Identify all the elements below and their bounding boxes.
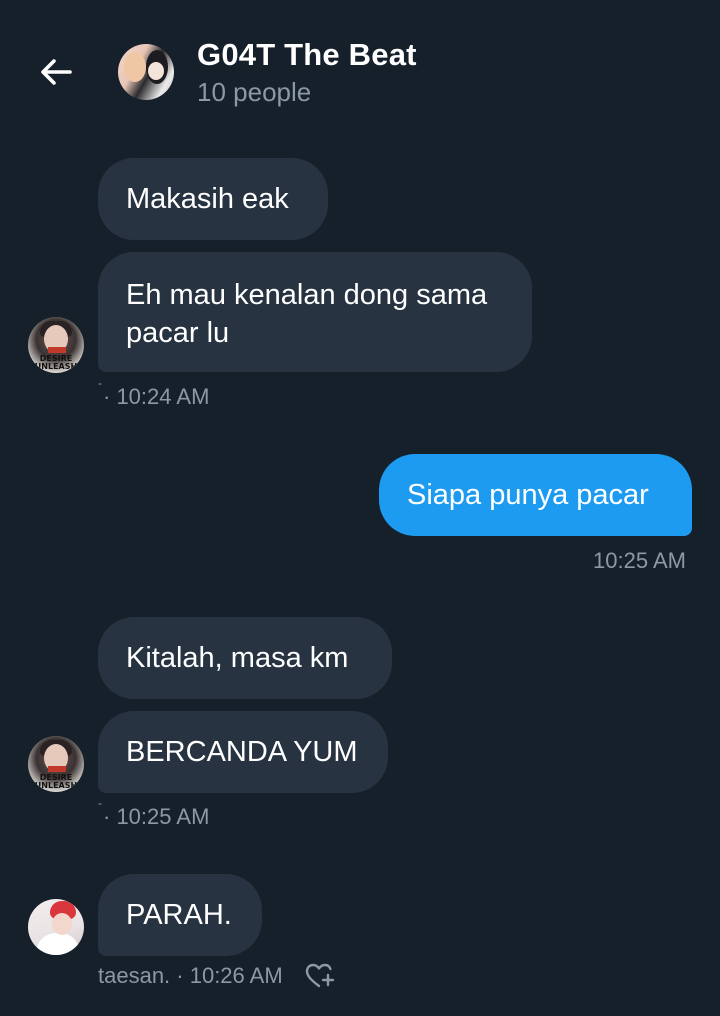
conversation-header: G04T The Beat 10 people [0,0,720,130]
participants-count[interactable]: 10 people [197,77,311,108]
message-sender-timestamp: taesan. · 10:26 AM [98,963,283,988]
read-tick: - [98,796,102,810]
message-timestamp: · 10:25 AM [103,804,210,829]
group-avatar[interactable] [118,44,174,100]
message-bubble[interactable]: Makasih eak [98,158,328,240]
heart-plus-icon [305,963,335,988]
sender-avatar[interactable]: DESIRE UNLEASH [28,736,84,792]
sender-avatar[interactable]: DESIRE UNLEASH [28,317,84,373]
message-timestamp: · 10:24 AM [103,384,210,409]
message-text: PARAH. [126,899,232,931]
sender-avatar[interactable] [28,899,84,955]
message-bubble[interactable]: Kitalah, masa km [98,617,392,699]
message-bubble[interactable]: PARAH. [98,874,262,956]
dm-conversation-screen: G04T The Beat 10 people Makasih eak Eh m… [0,0,720,1016]
message-text: Makasih eak [126,183,289,215]
message-bubble[interactable]: BERCANDA YUM [98,711,388,793]
my-message-bubble[interactable]: Siapa punya pacar [379,454,692,536]
message-bubble[interactable]: Eh mau kenalan dong sama pacar lu [98,252,532,372]
message-text: Eh mau kenalan dong sama [126,279,488,311]
conversation-title[interactable]: G04T The Beat [197,37,417,73]
read-tick: - [98,376,102,390]
message-timestamp: 10:25 AM [593,548,686,573]
back-button[interactable] [36,52,76,92]
message-text: BERCANDA YUM [126,736,358,768]
message-text: Siapa punya pacar [407,479,649,511]
message-text: pacar lu [126,317,230,349]
message-text: Kitalah, masa km [126,642,349,674]
react-button[interactable] [305,962,335,990]
arrow-left-icon [41,59,72,85]
